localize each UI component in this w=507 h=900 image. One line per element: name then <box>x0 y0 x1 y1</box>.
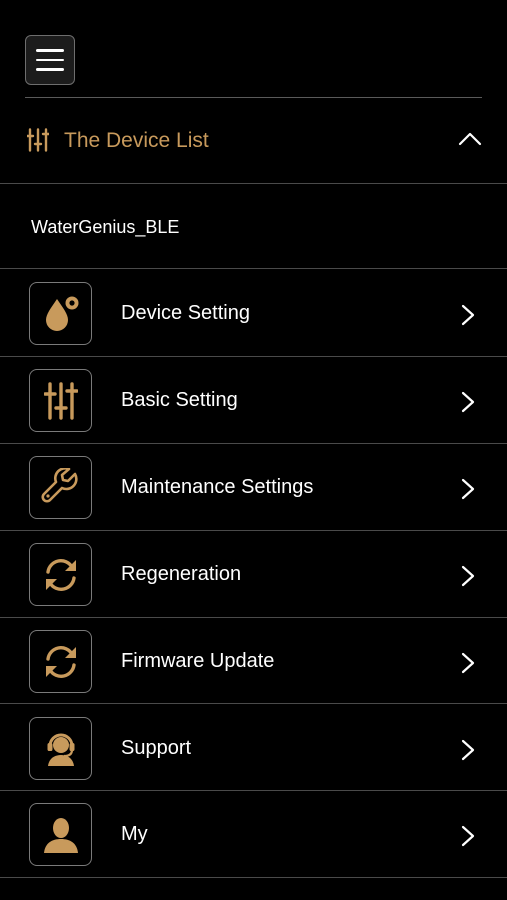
headset-support-icon <box>47 733 74 766</box>
menu-item-my[interactable]: My <box>0 791 507 877</box>
icon-box <box>29 282 92 345</box>
divider <box>0 268 507 269</box>
refresh-icon <box>45 558 76 591</box>
chevron-right-icon <box>461 391 475 413</box>
section-title: The Device List <box>64 129 209 152</box>
icon-box <box>29 369 92 432</box>
menu-item-device-setting[interactable]: Device Setting <box>0 270 507 356</box>
wrench-icon <box>40 467 78 503</box>
chevron-right-icon <box>461 825 475 847</box>
menu-item-label: Support <box>121 737 192 759</box>
chevron-right-icon <box>461 739 475 761</box>
menu-item-firmware-update[interactable]: Firmware Update <box>0 618 507 704</box>
icon-box <box>29 456 92 519</box>
chevron-up-icon[interactable] <box>458 132 482 146</box>
device-list-header[interactable]: The Device List <box>0 98 507 183</box>
menu-item-label: Basic Setting <box>121 389 238 411</box>
water-drop-settings-icon <box>45 296 78 331</box>
icon-box <box>29 803 92 866</box>
menu-item-regeneration[interactable]: Regeneration <box>0 531 507 617</box>
divider <box>0 183 507 184</box>
menu-item-basic-setting[interactable]: Basic Setting <box>0 357 507 443</box>
menu-item-label: My <box>121 823 148 845</box>
refresh-icon <box>45 645 76 678</box>
sliders-icon <box>43 381 78 420</box>
menu-item-label: Regeneration <box>121 563 242 585</box>
hamburger-line <box>36 49 64 52</box>
chevron-right-icon <box>461 652 475 674</box>
menu-item-label: Device Setting <box>121 302 250 324</box>
menu-item-support[interactable]: Support <box>0 705 507 791</box>
user-profile-icon <box>43 817 78 853</box>
hamburger-menu-button[interactable] <box>25 35 75 85</box>
chevron-right-icon <box>461 478 475 500</box>
chevron-right-icon <box>461 565 475 587</box>
divider <box>0 877 507 878</box>
icon-box <box>29 630 92 693</box>
icon-box <box>29 717 92 780</box>
chevron-right-icon <box>461 304 475 326</box>
divider <box>0 703 507 704</box>
hamburger-line <box>36 58 64 62</box>
device-name[interactable]: WaterGenius_BLE <box>31 216 179 238</box>
menu-item-label: Maintenance Settings <box>121 476 314 498</box>
icon-box <box>29 543 92 606</box>
hamburger-line <box>36 68 64 71</box>
menu-item-label: Firmware Update <box>121 650 275 672</box>
menu-item-maintenance-settings[interactable]: Maintenance Settings <box>0 444 507 530</box>
sliders-icon <box>27 128 49 152</box>
